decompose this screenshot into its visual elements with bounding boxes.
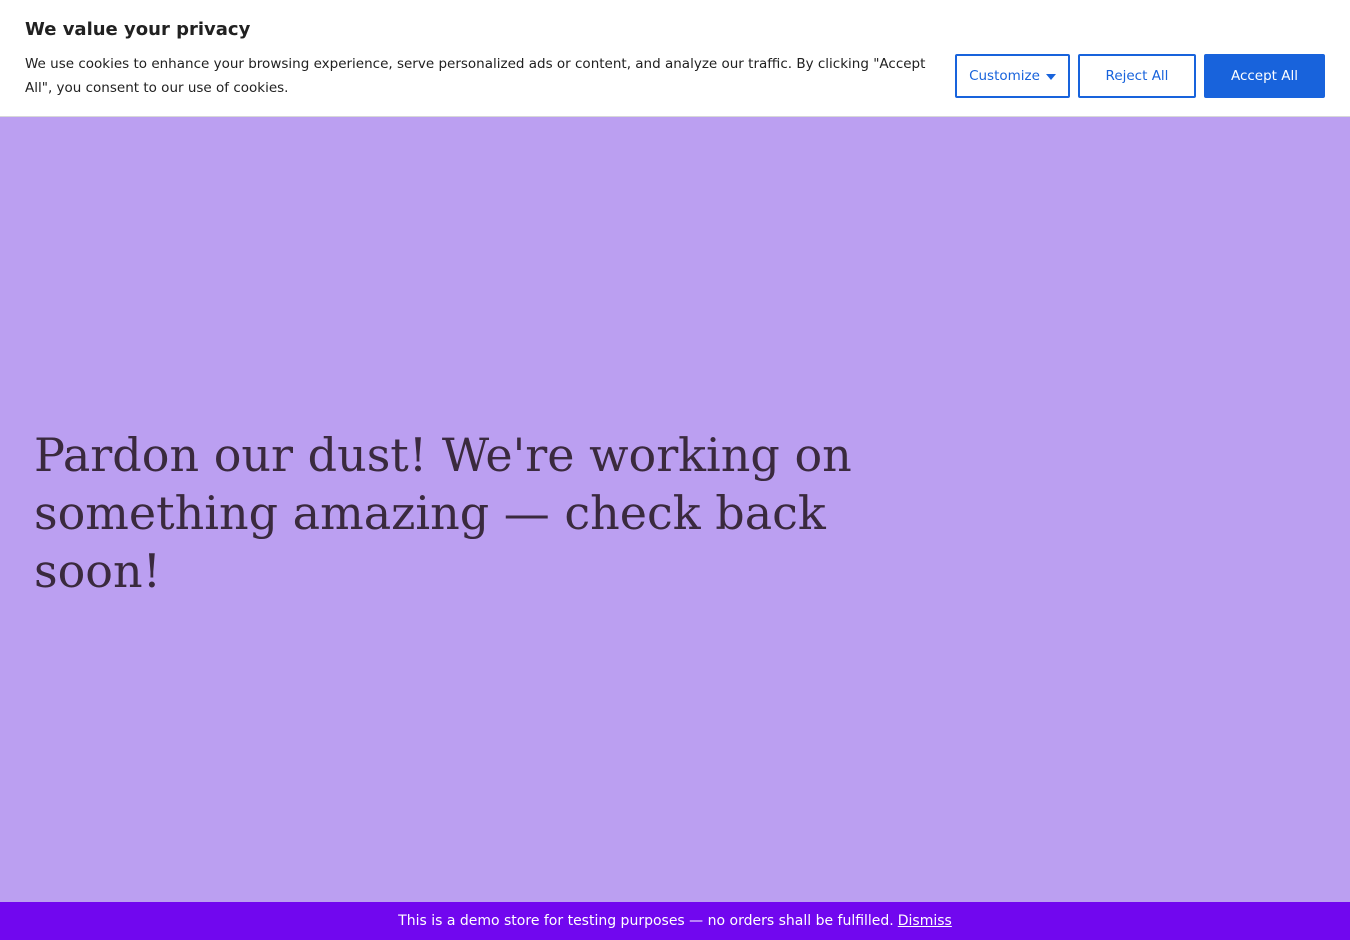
cookie-banner-description: We use cookies to enhance your browsing … [25,56,926,96]
accept-all-button[interactable]: Accept All [1204,54,1325,98]
hero-section: Pardon our dust! We're working on someth… [0,118,1350,902]
cookie-banner-actions: Customize Reject All Accept All [955,54,1325,98]
customize-button-label: Customize [969,68,1040,84]
dismiss-link[interactable]: Dismiss [898,913,952,929]
demo-store-notice: This is a demo store for testing purpose… [0,902,1350,940]
cookie-banner-title: We value your privacy [25,19,251,40]
hero-heading: Pardon our dust! We're working on someth… [34,428,852,598]
cookie-consent-banner: We value your privacy We use cookies to … [0,0,1350,117]
reject-all-button[interactable]: Reject All [1078,54,1196,98]
customize-button[interactable]: Customize [955,54,1070,98]
caret-down-icon [1045,74,1056,80]
store-notice-text: This is a demo store for testing purpose… [398,913,894,929]
